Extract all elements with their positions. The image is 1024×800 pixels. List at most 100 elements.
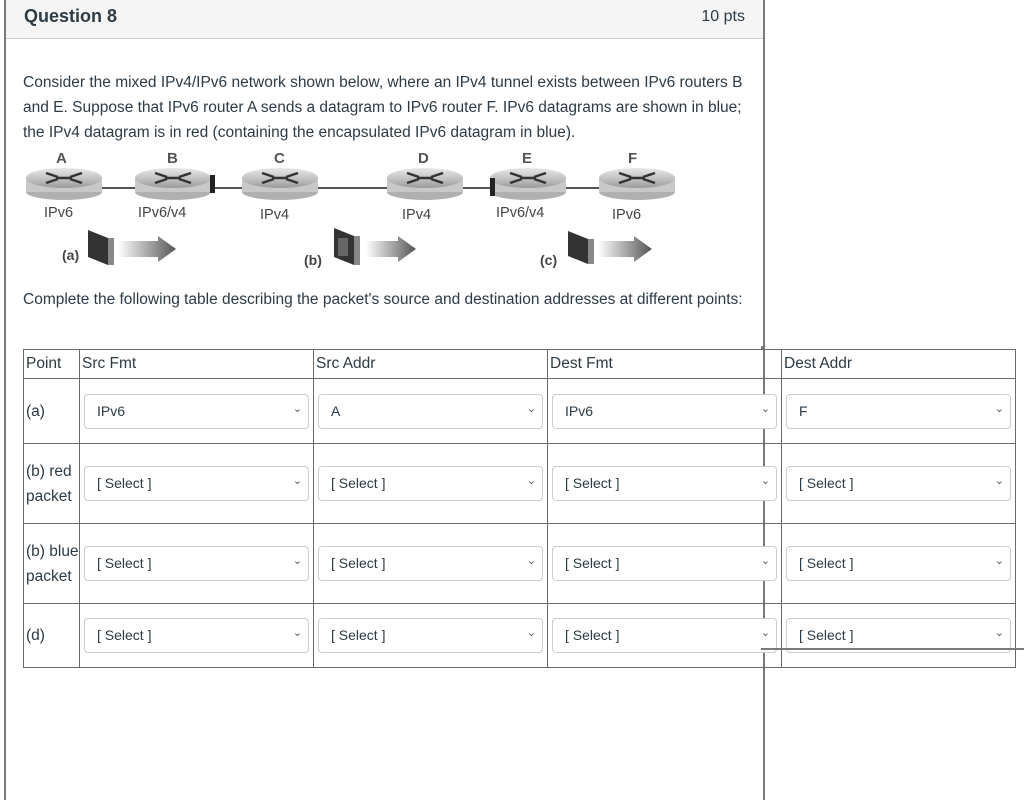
table-cell: [ Select ] ⌄ [79, 443, 314, 524]
dest-addr-select[interactable]: [ Select ] ⌄ [786, 466, 1011, 501]
chevron-down-icon: ⌄ [526, 627, 536, 639]
dest-addr-select[interactable]: F ⌄ [786, 393, 1011, 429]
select-value: [ Select ] [331, 627, 386, 643]
src-fmt-select[interactable]: [ Select ] ⌄ [84, 546, 309, 581]
router-b-label: B [167, 150, 178, 167]
router-f-type: IPv6 [612, 207, 642, 223]
select-value: [ Select ] [799, 555, 854, 571]
select-value: IPv6 [565, 402, 594, 419]
answer-table: Point Src Fmt Src Addr Dest Fmt Dest Add… [23, 349, 1016, 668]
packet-c-label: (c) [540, 252, 558, 268]
select-value: [ Select ] [97, 475, 152, 491]
src-addr-select[interactable]: [ Select ] ⌄ [318, 618, 543, 653]
table-cell: IPv6 ⌄ [79, 378, 314, 444]
header-dest-fmt: Dest Fmt [547, 349, 782, 379]
table-cell: [ Select ] ⌄ [547, 443, 782, 524]
router-c-label: C [274, 150, 285, 167]
chevron-down-icon: ⌄ [994, 475, 1004, 487]
chevron-down-icon: ⌄ [292, 555, 302, 567]
src-fmt-select[interactable]: [ Select ] ⌄ [84, 618, 309, 653]
chevron-down-icon: ⌄ [994, 402, 1004, 415]
point-label: (a) [23, 378, 80, 444]
select-value: [ Select ] [97, 627, 152, 643]
packet-c-icon [568, 231, 652, 264]
packet-b-label: (b) [304, 252, 322, 268]
network-diagram: A B C D E F IPv6 IPv6/v4 IPv4 IPv4 IPv6/… [20, 148, 740, 273]
router-a-type: IPv6 [44, 205, 74, 221]
table-row: (b) blue packet[ Select ] ⌄[ Select ] ⌄[ S… [23, 523, 1016, 604]
dest-fmt-select[interactable]: [ Select ] ⌄ [552, 618, 777, 653]
select-value: [ Select ] [331, 475, 386, 491]
router-icon-e [490, 168, 566, 200]
table-cell: [ Select ] ⌄ [547, 523, 782, 604]
chevron-down-icon: ⌄ [760, 555, 770, 567]
table-row: (d)[ Select ] ⌄[ Select ] ⌄[ Select ] ⌄[ Se… [23, 603, 1016, 668]
header-src-fmt: Src Fmt [79, 349, 314, 379]
select-value: A [331, 402, 341, 419]
table-cell: [ Select ] ⌄ [547, 603, 782, 668]
chevron-down-icon: ⌄ [760, 627, 770, 639]
divider [761, 648, 1024, 650]
select-value: [ Select ] [97, 555, 152, 571]
packet-a-icon [88, 230, 176, 265]
chevron-down-icon: ⌄ [994, 627, 1004, 639]
src-addr-select[interactable]: [ Select ] ⌄ [318, 546, 543, 581]
select-value: [ Select ] [799, 627, 854, 643]
router-f-label: F [628, 150, 638, 167]
table-cell: F ⌄ [781, 378, 1016, 444]
table-cell: [ Select ] ⌄ [781, 443, 1016, 524]
chevron-down-icon: ⌄ [526, 555, 536, 567]
router-a-label: A [56, 150, 67, 167]
chevron-down-icon: ⌄ [760, 402, 770, 415]
router-icon-a [26, 168, 102, 200]
select-value: IPv6 [97, 402, 126, 419]
question-points: 10 pts [701, 8, 745, 25]
table-cell: [ Select ] ⌄ [79, 523, 314, 604]
header-point: Point [23, 349, 80, 379]
select-value: [ Select ] [565, 627, 620, 643]
table-cell: [ Select ] ⌄ [781, 603, 1016, 668]
table-cell: [ Select ] ⌄ [313, 443, 548, 524]
router-icon-c [242, 168, 318, 200]
chevron-down-icon: ⌄ [292, 627, 302, 639]
router-e-label: E [522, 150, 533, 167]
packet-b-icon [334, 228, 416, 265]
question-title: Question 8 [24, 6, 118, 26]
point-label: (b) blue packet [23, 523, 80, 604]
packet-a-label: (a) [62, 247, 80, 263]
router-b-type: IPv6/v4 [138, 205, 187, 221]
router-e-type: IPv6/v4 [496, 205, 545, 221]
table-cell: [ Select ] ⌄ [781, 523, 1016, 604]
card-border [761, 346, 763, 349]
tunnel-interface-e [490, 178, 495, 196]
select-value: [ Select ] [565, 555, 620, 571]
select-value: F [799, 402, 808, 419]
src-fmt-select[interactable]: [ Select ] ⌄ [84, 466, 309, 501]
table-instruction: Complete the following table describing … [23, 291, 743, 308]
header-src-addr: Src Addr [313, 349, 548, 379]
router-d-type: IPv4 [402, 207, 432, 223]
dest-fmt-select[interactable]: IPv6 ⌄ [552, 393, 777, 429]
chevron-down-icon: ⌄ [760, 475, 770, 487]
select-value: [ Select ] [799, 475, 854, 491]
question-header: Question 8 10 pts [6, 0, 763, 39]
select-value: [ Select ] [331, 555, 386, 571]
table-row: (a) IPv6 ⌄ A ⌄ IPv6 ⌄ F ⌄ [23, 378, 1016, 444]
select-value: [ Select ] [565, 475, 620, 491]
table-cell: [ Select ] ⌄ [313, 523, 548, 604]
tunnel-interface-b [210, 175, 215, 193]
point-label: (b) red packet [23, 443, 80, 524]
dest-fmt-select[interactable]: [ Select ] ⌄ [552, 546, 777, 581]
chevron-down-icon: ⌄ [292, 402, 302, 415]
src-fmt-select[interactable]: IPv6 ⌄ [84, 393, 309, 429]
src-addr-select[interactable]: [ Select ] ⌄ [318, 466, 543, 501]
dest-addr-select[interactable]: [ Select ] ⌄ [786, 546, 1011, 581]
question-prompt: Consider the mixed IPv4/IPv6 network sho… [23, 74, 743, 141]
router-icon-b [135, 168, 211, 200]
router-icon-f [599, 168, 675, 200]
table-cell: A ⌄ [313, 378, 548, 444]
dest-fmt-select[interactable]: [ Select ] ⌄ [552, 466, 777, 501]
chevron-down-icon: ⌄ [994, 555, 1004, 567]
router-d-label: D [418, 150, 429, 167]
src-addr-select[interactable]: A ⌄ [318, 393, 543, 429]
